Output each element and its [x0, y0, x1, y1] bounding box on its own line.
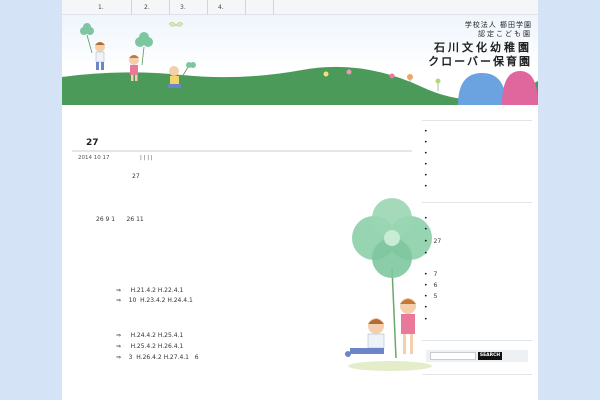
post-line: ⇒ H.24.4.2 H.25.4.1	[116, 332, 184, 339]
logo-nursery: クローバー保育園	[428, 55, 532, 68]
widget-divider	[422, 340, 532, 341]
post-line: 27	[132, 173, 140, 180]
nav-item-4[interactable]: 4.	[208, 0, 246, 15]
nav-item-5[interactable]	[246, 0, 274, 15]
sidebar-link[interactable]	[424, 150, 524, 158]
widget-divider	[422, 374, 532, 375]
sidebar-link[interactable]	[424, 172, 524, 180]
sidebar-link[interactable]	[424, 215, 524, 223]
search-form: SEARCH	[426, 350, 528, 362]
post-meta-links: | | | |	[140, 155, 153, 161]
nav-item-1[interactable]: 1.	[88, 0, 132, 15]
logo-kindergarten: 石川文化幼稚園	[434, 41, 532, 54]
post-line: ⇒ 10 H.23.4.2 H.24.4.1	[116, 297, 193, 304]
sidebar-link[interactable]	[424, 128, 524, 136]
search-input[interactable]	[430, 352, 476, 360]
site-logo[interactable]: 学校法人 櫛田学園 認定こども園 石川文化幼稚園 クローバー保育園	[428, 21, 532, 69]
logo-certified: 認定こども園	[478, 30, 532, 38]
search-button[interactable]: SEARCH	[478, 352, 502, 360]
sidebar-link[interactable]	[424, 250, 524, 258]
widget-divider	[422, 202, 532, 203]
page: 1. 2. 3. 4. 学校法人 櫛田学園 認定こども園 石川文化幼稚園 クロー…	[62, 0, 538, 400]
sidebar-link[interactable]	[424, 304, 524, 312]
sidebar-link[interactable]: 5	[424, 293, 524, 301]
sidebar-link[interactable]	[424, 316, 524, 324]
logo-corporation: 学校法人 櫛田学園	[464, 21, 532, 29]
nav-item-3[interactable]: 3.	[170, 0, 208, 15]
post-line: ⇒ H.21.4.2 H.22.4.1	[116, 287, 184, 294]
sidebar-link[interactable]: 6	[424, 282, 524, 290]
top-navigation: 1. 2. 3. 4.	[62, 0, 538, 15]
sidebar-link[interactable]: 7	[424, 271, 524, 279]
butterfly	[168, 22, 184, 27]
title-divider	[72, 150, 412, 152]
sidebar-link[interactable]: 27	[424, 238, 524, 246]
widget-divider	[422, 120, 532, 121]
child-with-clover-1	[80, 23, 105, 70]
post-title[interactable]: 27	[86, 138, 99, 148]
nav-item-2[interactable]: 2.	[134, 0, 170, 15]
site-header: 学校法人 櫛田学園 認定こども園 石川文化幼稚園 クローバー保育園	[62, 15, 538, 105]
post-date: 2014 10 17	[78, 155, 110, 161]
post-line: 26 9 1 26 11	[96, 216, 144, 223]
post-line: ⇒ 3 H.26.4.2 H.27.4.1 6	[116, 354, 199, 361]
sidebar-link[interactable]	[424, 161, 524, 169]
post-line: ⇒ H.25.4.2 H.26.4.1	[116, 343, 184, 350]
sidebar-link[interactable]	[424, 226, 524, 234]
pink-dome	[502, 71, 538, 105]
sidebar-link[interactable]	[424, 139, 524, 147]
blue-dome	[458, 73, 506, 105]
sidebar-link[interactable]	[424, 183, 524, 191]
